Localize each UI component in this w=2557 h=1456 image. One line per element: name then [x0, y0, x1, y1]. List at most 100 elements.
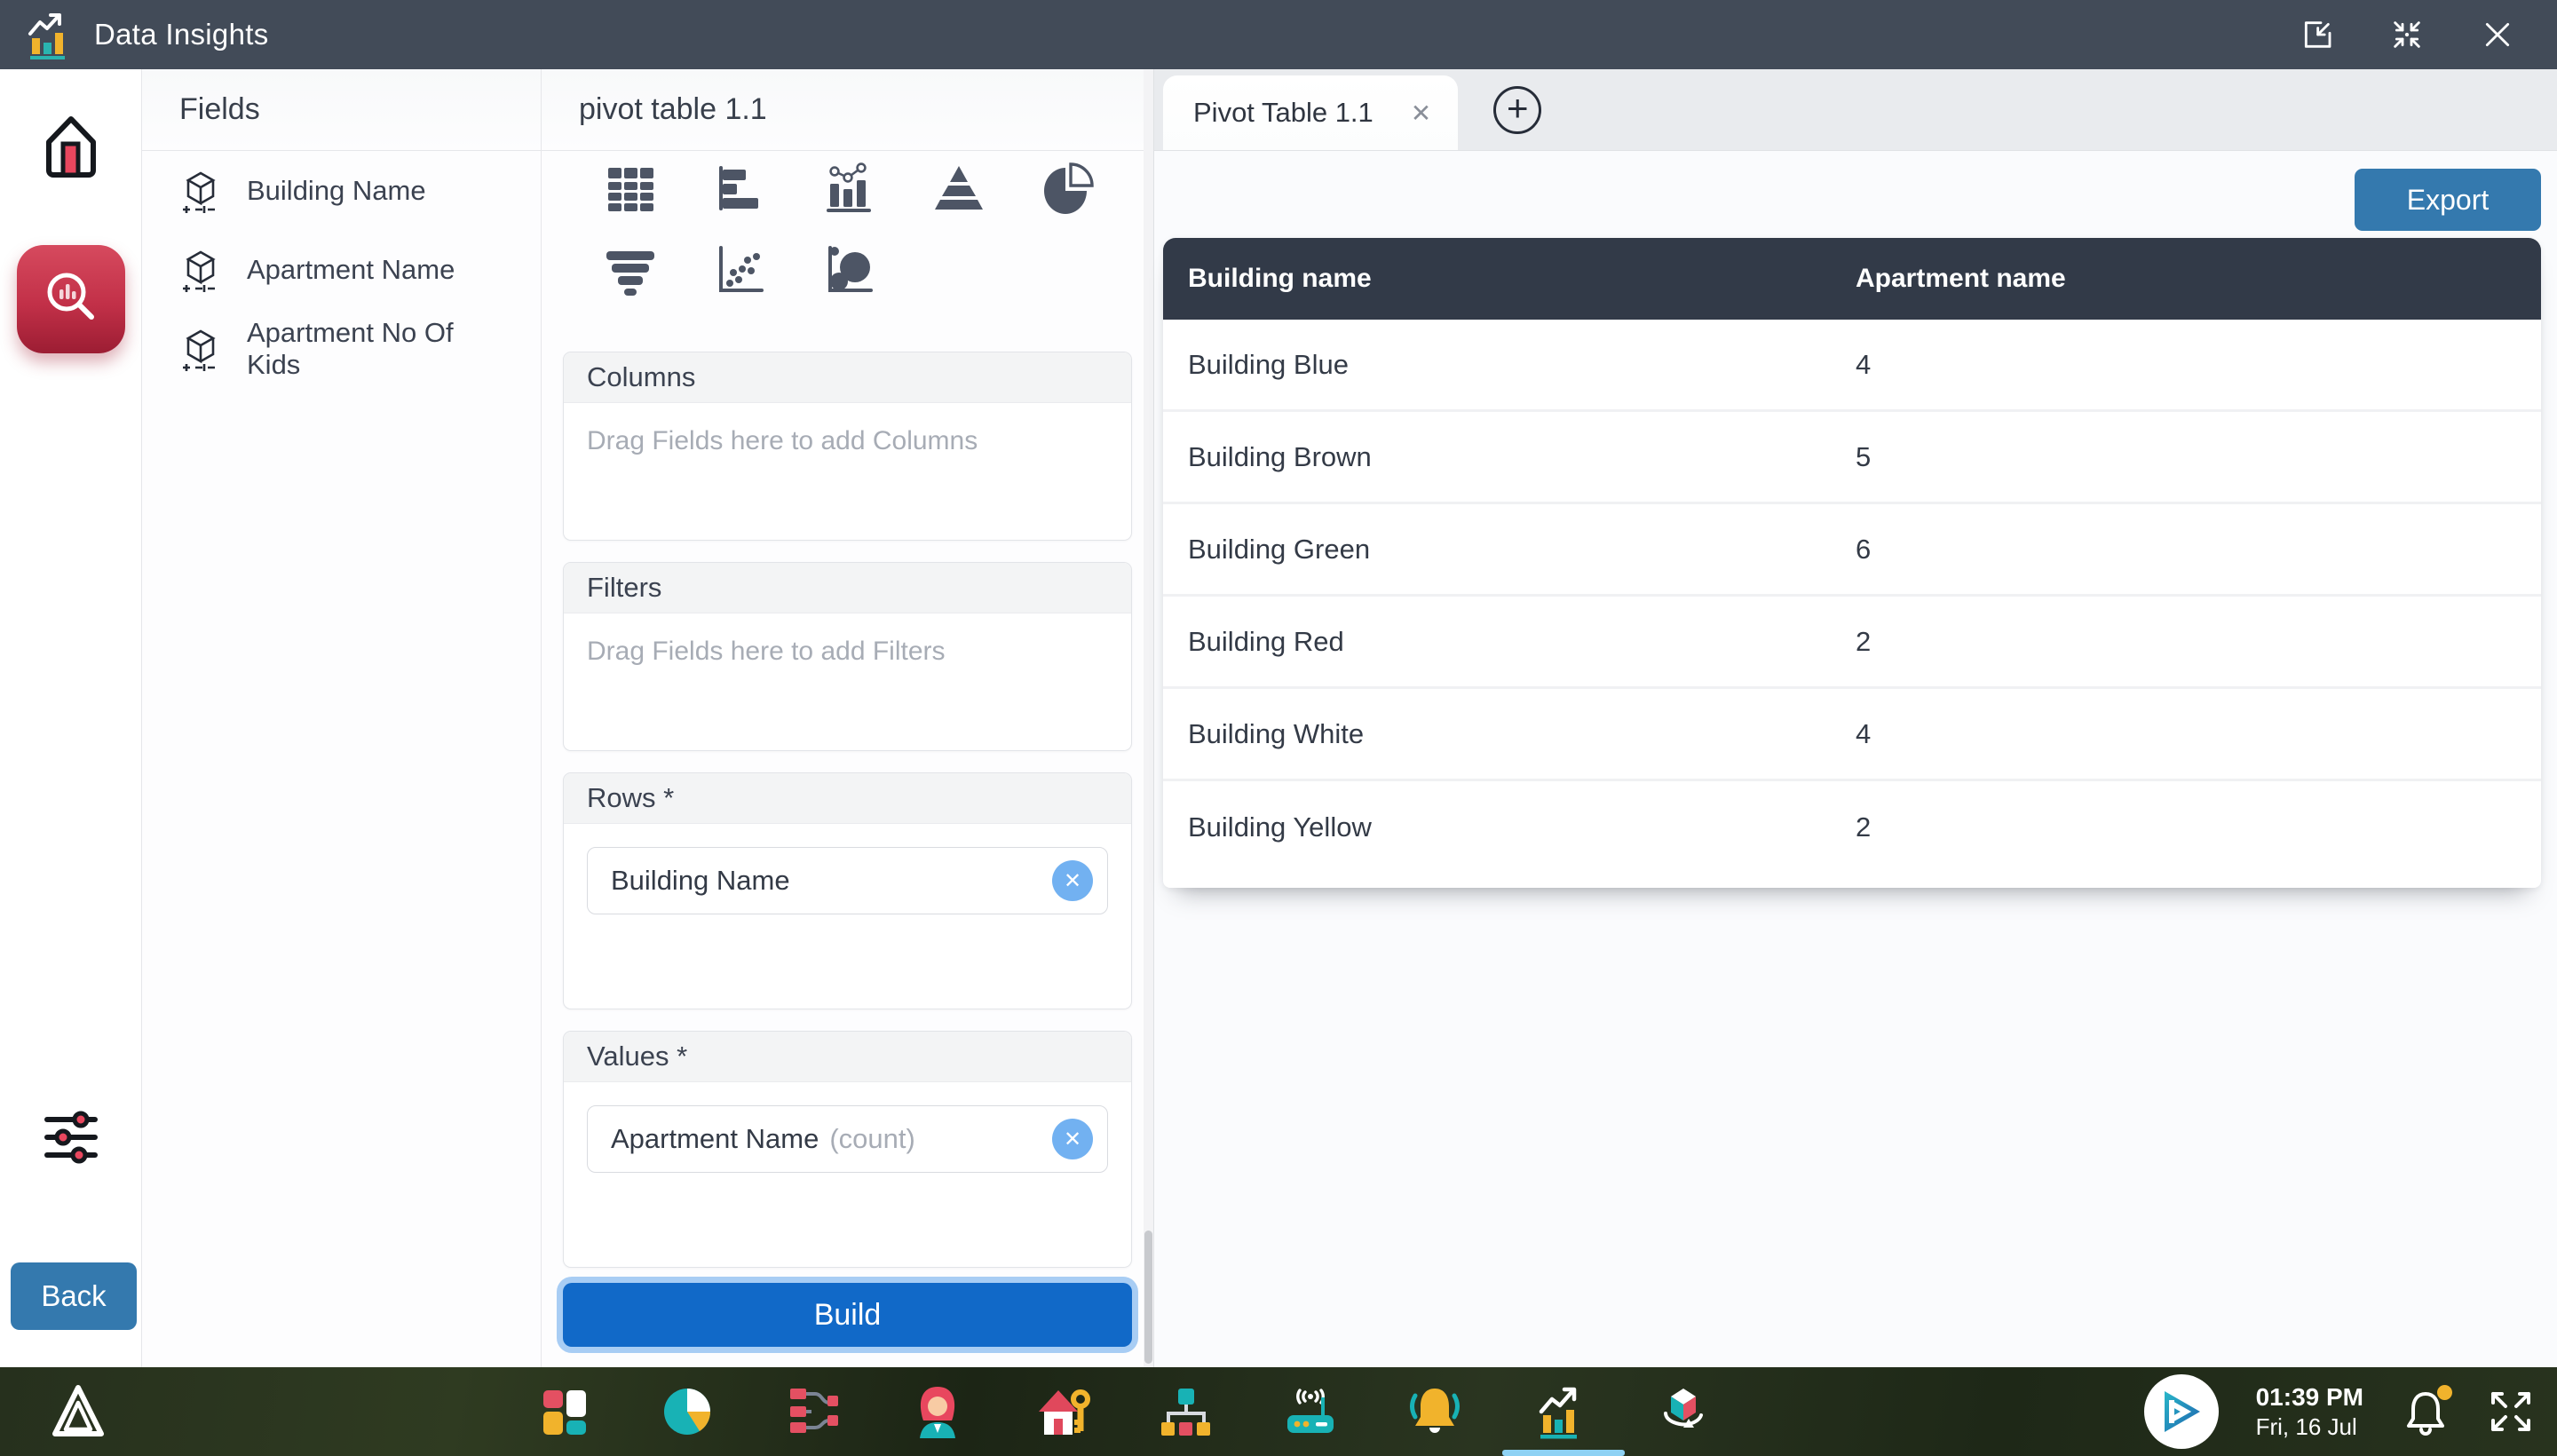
tab-content: Export Building name Apartment name Buil… [1154, 151, 2557, 1367]
field-cube-icon [179, 324, 222, 374]
wifi-router-icon[interactable] [1282, 1383, 1339, 1440]
window-controls [2296, 14, 2518, 55]
field-item-building-name[interactable]: Building Name [142, 151, 541, 230]
cube-rotate-icon[interactable] [1655, 1383, 1712, 1440]
flow-nodes-icon[interactable] [785, 1383, 842, 1440]
columns-section-title: Columns [564, 352, 1131, 403]
field-label: Apartment No Of Kids [247, 317, 503, 381]
column-header-building-name: Building name [1163, 264, 1852, 294]
columns-dropzone[interactable]: Columns Drag Fields here to add Columns [563, 352, 1132, 541]
fields-list: Building Name Apartment Name Apartment N… [142, 151, 541, 388]
notifications-button[interactable] [2401, 1385, 2450, 1438]
compress-screen-icon[interactable] [2387, 14, 2427, 55]
cell-building: Building Brown [1163, 441, 1852, 473]
close-window-icon[interactable] [2477, 14, 2518, 55]
app-title: Data Insights [94, 18, 269, 51]
table-header-row: Building name Apartment name [1163, 238, 2541, 320]
pivot-builder-panel: pivot table 1.1 [542, 69, 1154, 1367]
cell-count: 6 [1852, 534, 2541, 566]
pie-chart-app-icon[interactable] [661, 1383, 717, 1440]
table-row: Building Green 6 [1163, 504, 2541, 597]
field-item-apartment-no-of-kids[interactable]: Apartment No Of Kids [142, 309, 541, 388]
export-button[interactable]: Export [2355, 169, 2541, 231]
back-button[interactable]: Back [11, 1262, 137, 1330]
builder-title: pivot table 1.1 [542, 69, 1153, 151]
house-key-icon[interactable] [1033, 1383, 1090, 1440]
pyramid-chart-icon[interactable] [929, 158, 989, 217]
apps-grid-icon[interactable] [536, 1383, 593, 1440]
active-app-indicator [1502, 1450, 1625, 1456]
chip-remove-icon[interactable]: ✕ [1052, 860, 1093, 901]
chip-remove-icon[interactable]: ✕ [1052, 1119, 1093, 1159]
field-label: Building Name [247, 175, 426, 207]
clock[interactable]: 01:39 PM Fri, 16 Jul [2256, 1381, 2363, 1442]
search-chart-icon [39, 267, 103, 331]
notification-dot [2437, 1385, 2452, 1400]
filters-section-title: Filters [564, 563, 1131, 613]
taskbar-app-icons [536, 1367, 1712, 1456]
field-label: Apartment Name [247, 254, 455, 286]
insights-chart-icon[interactable] [1531, 1383, 1587, 1440]
data-search-button[interactable] [17, 245, 125, 353]
filters-placeholder: Drag Fields here to add Filters [564, 613, 1131, 750]
filters-dropzone[interactable]: Filters Drag Fields here to add Filters [563, 562, 1132, 751]
fields-panel-title: Fields [142, 69, 541, 151]
left-sidebar: Back [0, 69, 142, 1367]
cell-count: 2 [1852, 811, 2541, 843]
org-hierarchy-icon[interactable] [1158, 1383, 1215, 1440]
chart-type-picker [542, 151, 1153, 300]
build-button[interactable]: Build [563, 1283, 1132, 1347]
chip-aggregation: (count) [829, 1123, 914, 1155]
home-icon[interactable] [36, 108, 106, 183]
add-tab-icon[interactable]: + [1493, 86, 1541, 134]
triangle-logo-icon[interactable] [49, 1383, 107, 1440]
builder-sections: Columns Drag Fields here to add Columns … [542, 352, 1153, 1268]
rows-dropzone[interactable]: Rows * Building Name ✕ [563, 772, 1132, 1009]
cell-building: Building Red [1163, 626, 1852, 658]
cell-count: 4 [1852, 718, 2541, 750]
values-dropzone[interactable]: Values * Apartment Name (count) ✕ [563, 1031, 1132, 1268]
expand-arrows-icon[interactable] [2488, 1389, 2534, 1435]
app-body: Back Fields Building Name Apartment Name [0, 69, 2557, 1367]
table-row: Building Brown 5 [1163, 412, 2541, 504]
table-chart-icon[interactable] [600, 158, 661, 217]
rows-section-title: Rows * [564, 773, 1131, 824]
cell-count: 2 [1852, 626, 2541, 658]
scrollbar-thumb[interactable] [1144, 1230, 1152, 1364]
funnel-chart-icon[interactable] [600, 241, 661, 300]
values-chip-apartment-name[interactable]: Apartment Name (count) ✕ [587, 1105, 1108, 1173]
clock-date: Fri, 16 Jul [2256, 1412, 2363, 1442]
scatter-plot-icon[interactable] [709, 241, 770, 300]
cell-count: 5 [1852, 441, 2541, 473]
notification-bell-icon[interactable] [1406, 1383, 1463, 1440]
tab-label: Pivot Table 1.1 [1193, 97, 1373, 129]
table-row: Building Yellow 2 [1163, 781, 2541, 874]
pop-in-window-icon[interactable] [2296, 14, 2337, 55]
column-line-chart-icon[interactable] [819, 158, 879, 217]
pie-chart-icon[interactable] [1038, 158, 1098, 217]
bubble-chart-icon[interactable] [819, 241, 879, 300]
brand-circle-icon[interactable] [2144, 1374, 2219, 1449]
tab-strip: Pivot Table 1.1 ✕ + [1154, 69, 2557, 151]
tab-pivot-table-1-1[interactable]: Pivot Table 1.1 ✕ [1163, 75, 1458, 150]
taskbar: 01:39 PM Fri, 16 Jul [0, 1367, 2557, 1456]
columns-placeholder: Drag Fields here to add Columns [564, 403, 1131, 540]
cell-count: 4 [1852, 349, 2541, 381]
person-avatar-icon[interactable] [909, 1383, 966, 1440]
fields-panel: Fields Building Name Apartment Name [142, 69, 542, 1367]
horizontal-bar-chart-icon[interactable] [709, 158, 770, 217]
cell-building: Building Green [1163, 534, 1852, 566]
chip-label: Apartment Name [611, 1123, 819, 1155]
field-cube-icon [179, 245, 222, 295]
app-logo-icon [27, 10, 76, 59]
cell-building: Building Yellow [1163, 811, 1852, 843]
rows-chip-building-name[interactable]: Building Name ✕ [587, 847, 1108, 914]
builder-scrollbar[interactable] [1144, 69, 1153, 1367]
taskbar-system-tray: 01:39 PM Fri, 16 Jul [2144, 1367, 2534, 1456]
tab-close-icon[interactable]: ✕ [1411, 99, 1431, 128]
settings-sliders-icon[interactable] [42, 1110, 100, 1165]
column-header-apartment-name: Apartment name [1852, 264, 2541, 294]
table-row: Building Blue 4 [1163, 320, 2541, 412]
field-item-apartment-name[interactable]: Apartment Name [142, 230, 541, 309]
main-area: Pivot Table 1.1 ✕ + Export Building name… [1154, 69, 2557, 1367]
